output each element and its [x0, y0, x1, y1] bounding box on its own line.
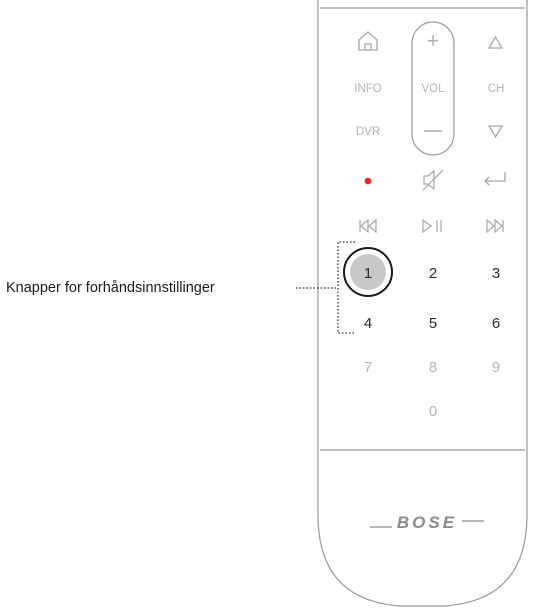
return-icon: [484, 172, 506, 186]
skip-forward-button[interactable]: [486, 218, 504, 234]
mute-icon: [422, 169, 444, 191]
preset-6-button[interactable]: 6: [492, 315, 500, 332]
skip-back-icon: [359, 218, 377, 234]
record-icon[interactable]: [364, 177, 372, 185]
skip-forward-icon: [486, 218, 504, 234]
key-9-button[interactable]: 9: [492, 359, 500, 376]
down-triangle-icon: [487, 125, 504, 139]
channel-up-button[interactable]: [487, 35, 504, 49]
channel-down-button[interactable]: [487, 125, 504, 139]
return-button[interactable]: [484, 172, 506, 186]
preset-3-button[interactable]: 3: [492, 265, 500, 282]
preset-1-button[interactable]: 1: [364, 265, 372, 282]
key-8-button[interactable]: 8: [429, 359, 437, 376]
preset-4-button[interactable]: 4: [364, 315, 372, 332]
vol-label: VOL: [421, 83, 445, 95]
callout-label: Knapper for forhåndsinnstillinger: [6, 280, 215, 296]
up-triangle-icon: [487, 35, 504, 49]
preset-5-button[interactable]: 5: [429, 315, 437, 332]
ch-label: CH: [488, 83, 505, 95]
preset-2-button[interactable]: 2: [429, 265, 437, 282]
key-0-button[interactable]: 0: [429, 403, 437, 420]
key-7-button[interactable]: 7: [364, 359, 372, 376]
bose-logo: BOSE: [397, 513, 457, 532]
play-pause-button[interactable]: [422, 218, 442, 234]
mute-button[interactable]: [422, 169, 444, 191]
info-button[interactable]: INFO: [354, 83, 382, 95]
preset-bracket: [296, 241, 355, 334]
play-pause-icon: [422, 218, 442, 234]
home-icon: [358, 31, 378, 51]
home-button[interactable]: [358, 31, 378, 51]
vol-plus-label[interactable]: +: [427, 28, 440, 53]
skip-back-button[interactable]: [359, 218, 377, 234]
dvr-button[interactable]: DVR: [356, 126, 380, 138]
